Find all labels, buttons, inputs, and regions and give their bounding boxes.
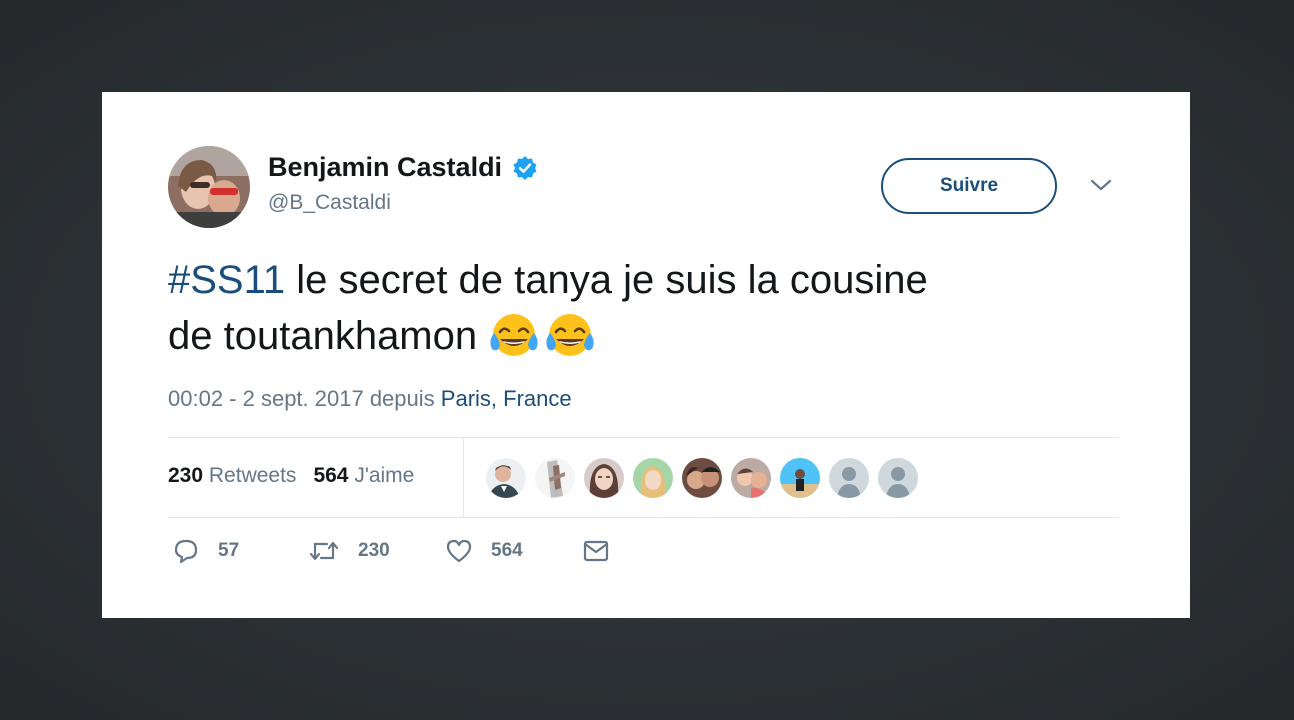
retweet-button[interactable]: 230 — [308, 538, 445, 564]
tweet-text-line1: le secret de tanya je suis la cousine — [296, 258, 928, 302]
tweet-timestamp[interactable]: 00:02 - 2 sept. 2017 depuis — [168, 386, 435, 411]
liker-avatars — [486, 458, 918, 498]
retweets-stat[interactable]: 230 Retweets — [168, 464, 296, 488]
like-count: 564 — [491, 540, 523, 561]
author-avatar[interactable] — [168, 146, 250, 228]
like-button[interactable]: 564 — [445, 538, 582, 564]
default-avatar[interactable] — [829, 458, 869, 498]
tweet-metadata: 00:02 - 2 sept. 2017 depuis Paris, Franc… — [168, 386, 572, 412]
likes-stat[interactable]: 564 J'aime — [313, 464, 414, 488]
author-handle[interactable]: @B_Castaldi — [268, 191, 391, 215]
retweet-count: 230 — [358, 540, 390, 561]
tweet-card: Benjamin Castaldi @B_Castaldi Suivre #SS… — [102, 92, 1190, 618]
reply-icon — [172, 538, 200, 564]
retweets-stat-label: Retweets — [208, 464, 297, 487]
liker-avatar[interactable] — [682, 458, 722, 498]
author-name-row[interactable]: Benjamin Castaldi — [268, 152, 538, 183]
author-name[interactable]: Benjamin Castaldi — [268, 152, 502, 183]
retweet-icon — [308, 538, 340, 564]
face-with-tears-of-joy-icon — [544, 311, 600, 359]
liker-avatar[interactable] — [633, 458, 673, 498]
divider — [168, 437, 1118, 438]
liker-avatar[interactable] — [584, 458, 624, 498]
heart-icon — [445, 538, 473, 564]
likes-stat-count: 564 — [313, 464, 349, 487]
follow-button[interactable]: Suivre — [881, 158, 1057, 214]
verified-badge-icon — [512, 155, 538, 181]
divider — [463, 438, 464, 517]
divider — [168, 517, 1118, 518]
envelope-icon — [582, 539, 610, 563]
reply-button[interactable]: 57 — [172, 538, 308, 564]
direct-message-button[interactable] — [582, 539, 610, 563]
liker-avatar[interactable] — [486, 458, 526, 498]
tweet-text: #SS11 le secret de tanya je suis la cous… — [168, 252, 1128, 364]
face-with-tears-of-joy-icon — [488, 311, 544, 359]
tweet-text-line2: de toutankhamon — [168, 314, 478, 358]
engagement-stats: 230 Retweets 564 J'aime — [168, 464, 414, 488]
default-avatar[interactable] — [878, 458, 918, 498]
liker-avatar[interactable] — [731, 458, 771, 498]
likes-stat-label: J'aime — [354, 464, 415, 487]
liker-avatar[interactable] — [780, 458, 820, 498]
tweet-location-link[interactable]: Paris, France — [441, 386, 572, 411]
tweet-actions: 57 230 564 — [172, 538, 610, 564]
hashtag-link[interactable]: #SS11 — [168, 258, 285, 302]
chevron-down-icon[interactable] — [1088, 176, 1114, 194]
liker-avatar[interactable] — [535, 458, 575, 498]
reply-count: 57 — [218, 540, 240, 561]
retweets-stat-count: 230 — [168, 464, 204, 487]
